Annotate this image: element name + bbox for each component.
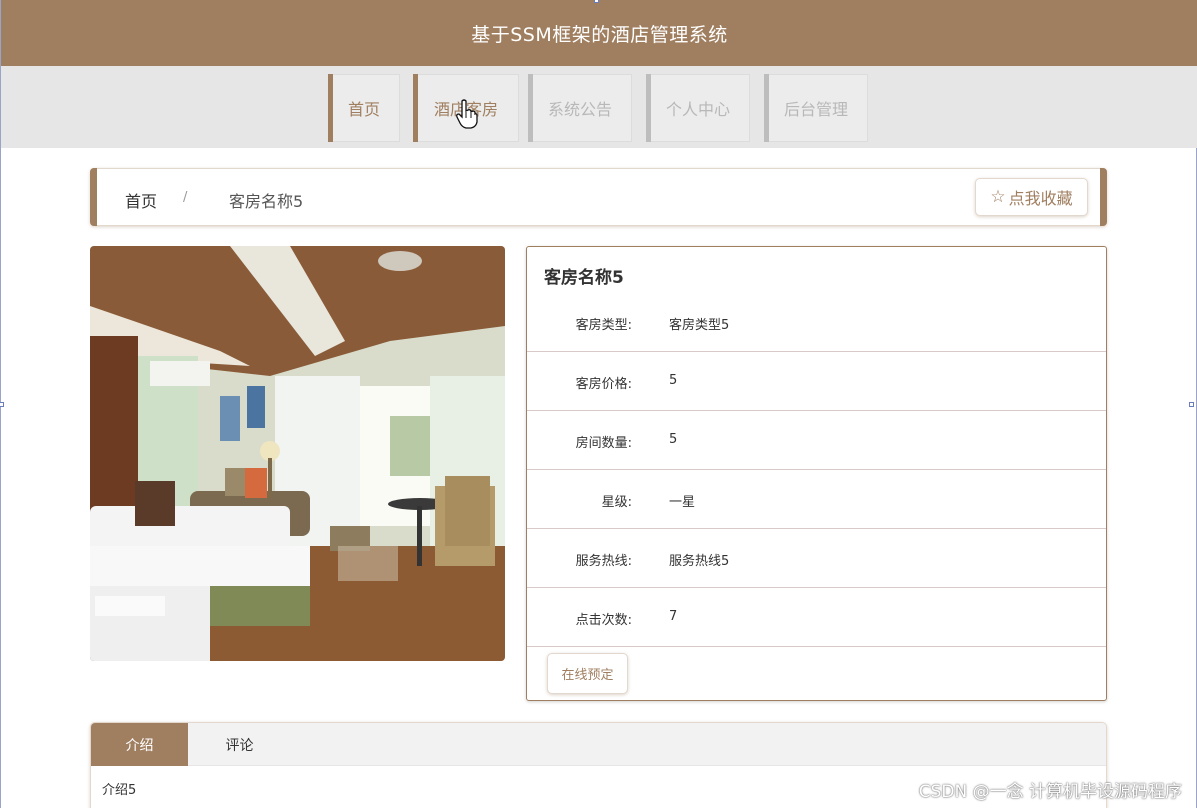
info-row-click-count: 点击次数: 7 xyxy=(527,588,1106,647)
favorite-button[interactable]: ☆ 点我收藏 xyxy=(975,178,1088,216)
field-label: 客房类型: xyxy=(575,318,632,333)
info-row-room-price: 客房价格: 5 xyxy=(527,352,1106,411)
info-row-hotline: 服务热线: 服务热线5 xyxy=(527,529,1106,588)
info-row-room-type: 客房类型: 客房类型5 xyxy=(527,293,1106,352)
info-row-room-count: 房间数量: 5 xyxy=(527,411,1106,470)
field-value: 客房类型5 xyxy=(669,318,730,333)
header-bar: 基于SSM框架的酒店管理系统 xyxy=(1,0,1197,66)
nav-item-home[interactable]: 首页 xyxy=(328,74,400,142)
breadcrumb: 首页 / 客房名称5 ☆ 点我收藏 xyxy=(90,168,1107,226)
field-value: 一星 xyxy=(669,495,696,510)
field-value: 服务热线5 xyxy=(669,554,730,569)
hand-cursor-icon xyxy=(456,99,478,129)
field-label: 服务热线: xyxy=(575,554,632,569)
main-nav: 首页 酒店客房 系统公告 个人中心 后台管理 xyxy=(1,66,1197,148)
site-title: 基于SSM框架的酒店管理系统 xyxy=(471,23,728,46)
breadcrumb-current: 客房名称5 xyxy=(229,192,304,211)
resize-handle-right[interactable] xyxy=(1189,402,1194,407)
room-photo xyxy=(90,246,505,661)
watermark: CSDN @一念 计算机毕设源码程序 xyxy=(918,782,1182,802)
nav-item-admin[interactable]: 后台管理 xyxy=(764,74,868,142)
field-value: 5 xyxy=(669,373,678,388)
field-value: 7 xyxy=(669,609,678,624)
nav-item-personal-center[interactable]: 个人中心 xyxy=(646,74,750,142)
favorite-button-label: 点我收藏 xyxy=(1008,189,1073,208)
breadcrumb-home-link[interactable]: 首页 xyxy=(125,188,157,212)
field-label: 星级: xyxy=(601,495,632,510)
resize-handle-top[interactable] xyxy=(594,0,599,3)
field-label: 房间数量: xyxy=(575,436,632,451)
tab-comments[interactable]: 评论 xyxy=(191,723,288,766)
field-label: 点击次数: xyxy=(575,613,632,628)
room-info-panel: 客房名称5 客房类型: 客房类型5 客房价格: 5 房间数量: 5 星级: 一星… xyxy=(526,246,1107,701)
field-label: 客房价格: xyxy=(575,377,632,392)
breadcrumb-separator: / xyxy=(183,190,188,205)
field-value: 5 xyxy=(669,432,678,447)
info-row-star-level: 星级: 一星 xyxy=(527,470,1106,529)
resize-handle-left[interactable] xyxy=(0,402,4,407)
book-online-button[interactable]: 在线预定 xyxy=(547,653,628,694)
tab-intro[interactable]: 介绍 xyxy=(91,723,188,766)
star-icon: ☆ xyxy=(990,187,1006,207)
room-name: 客房名称5 xyxy=(544,268,624,288)
nav-item-announcements[interactable]: 系统公告 xyxy=(528,74,632,142)
tabs-header: 介绍 评论 xyxy=(91,723,1106,766)
tab-content: 介绍5 xyxy=(102,783,137,798)
